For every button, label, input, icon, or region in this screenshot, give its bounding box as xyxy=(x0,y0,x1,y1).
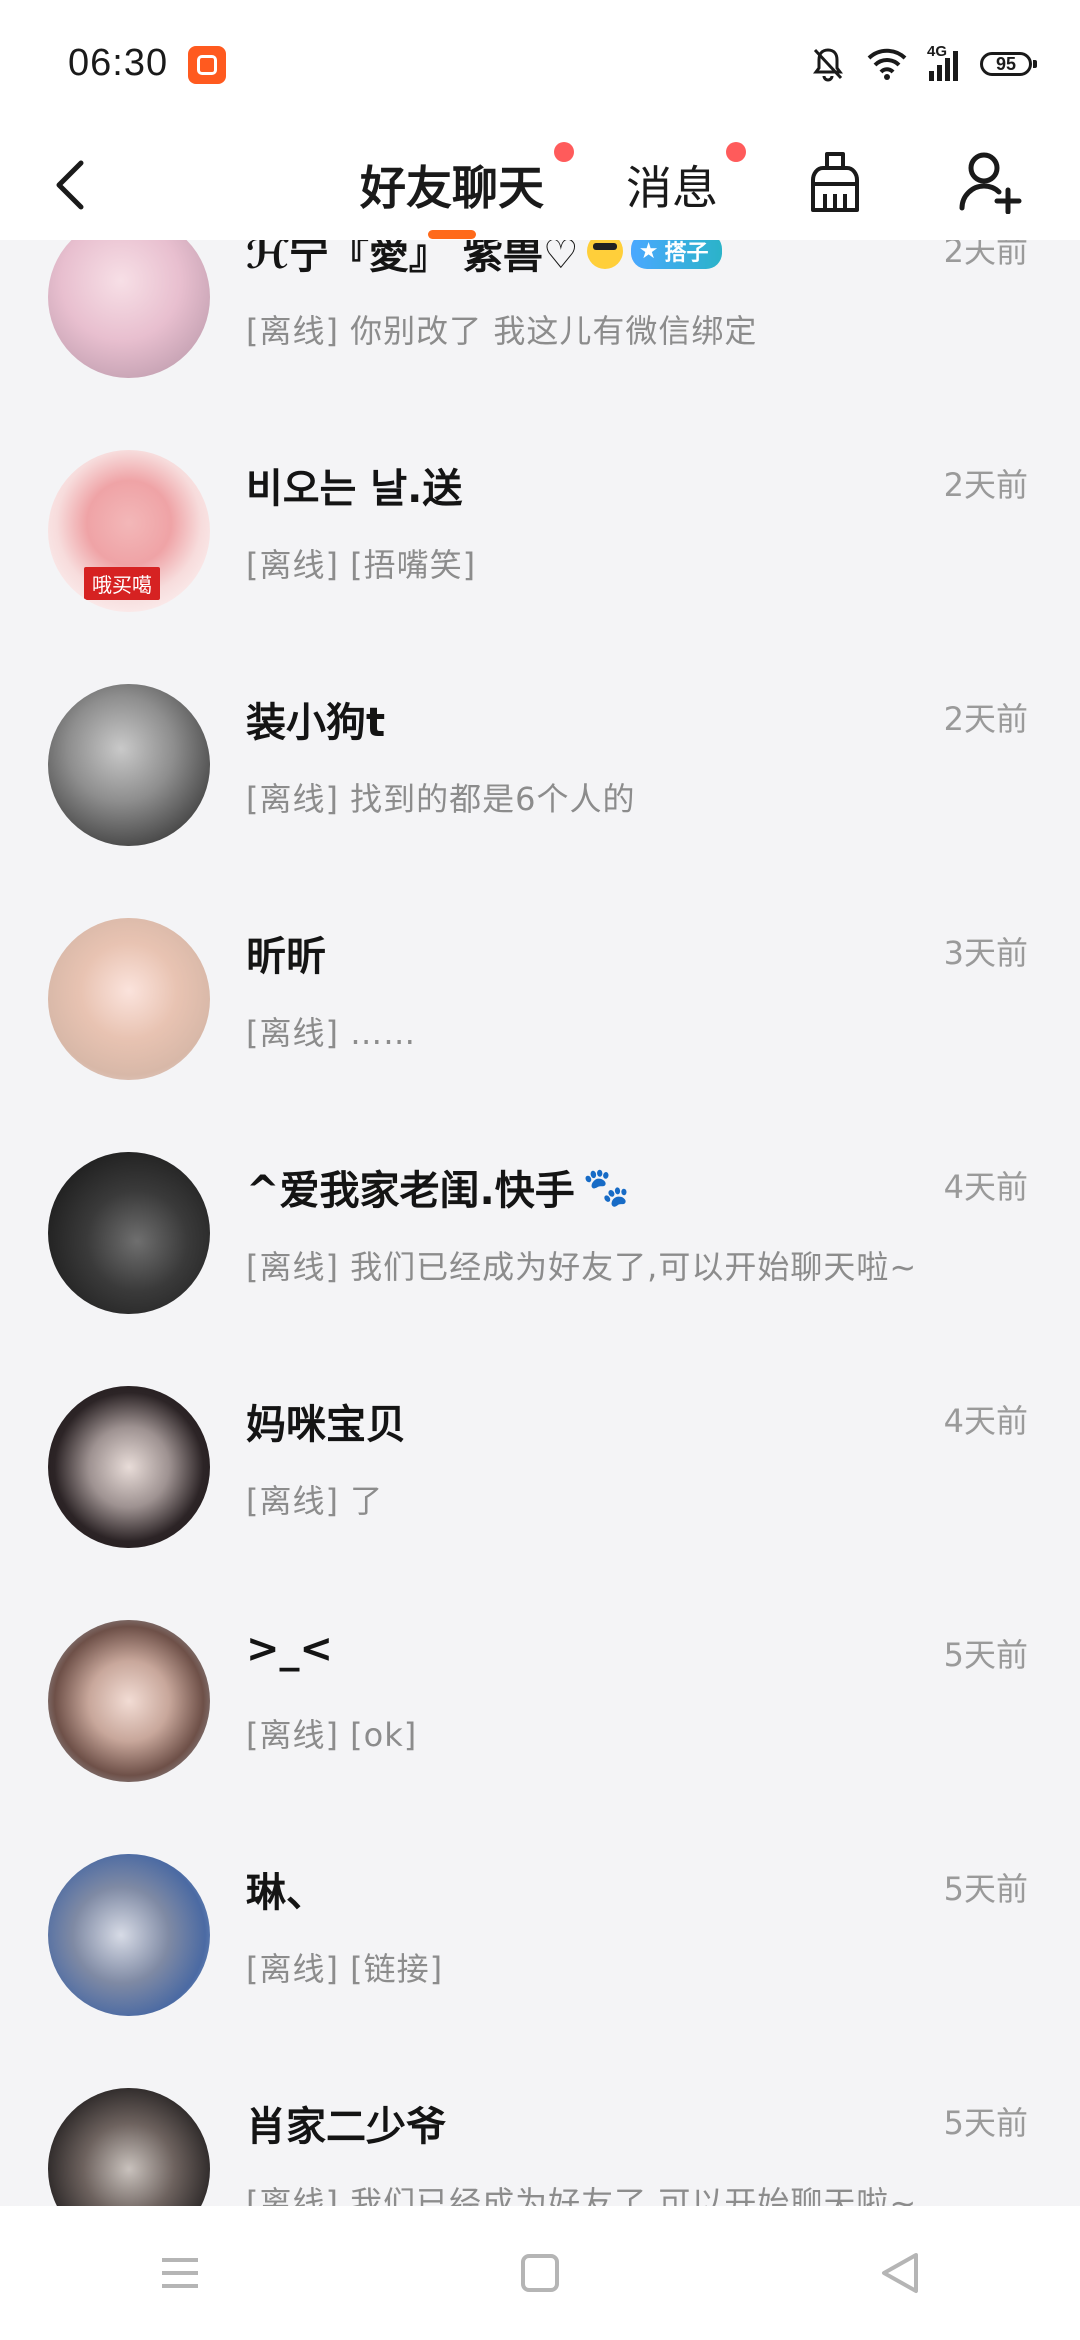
avatar[interactable] xyxy=(48,684,210,846)
contact-name: 昕昕 xyxy=(246,934,326,980)
tab-label: 好友聊天 xyxy=(360,161,544,215)
contact-name-text: ^爱我家老闺.快手 xyxy=(246,1168,575,1214)
avatar[interactable] xyxy=(48,1854,210,2016)
avatar[interactable] xyxy=(48,240,210,378)
contact-name: ^爱我家老闺.快手 🐾 xyxy=(246,1158,630,1216)
menu-icon xyxy=(162,2258,198,2288)
header-bar: 好友聊天 消息 xyxy=(0,130,1080,240)
sunglasses-emoji-icon xyxy=(586,240,623,269)
last-message-time: 5天前 xyxy=(943,1870,1028,1908)
conversation-list[interactable]: ℋ宁『愛』 紫兽♡ ★ 搭子 [离线] 你别改了 我这儿有微信绑定 2天前 哦买噶… xyxy=(0,240,1080,2206)
last-message-preview: [离线] 我们已经成为好友了,可以开始聊天啦~ xyxy=(246,1248,918,1286)
paw-print-icon: 🐾 xyxy=(582,1164,631,1209)
avatar[interactable] xyxy=(48,1152,210,1314)
avatar[interactable] xyxy=(48,1620,210,1782)
add-friend-button[interactable] xyxy=(950,142,1030,222)
status-time: 06:30 xyxy=(68,42,169,84)
network-type: 4G xyxy=(927,43,948,60)
active-tab-indicator xyxy=(428,230,476,239)
back-nav-button[interactable] xyxy=(840,2233,960,2313)
last-message-preview: [离线] [链接] xyxy=(246,1950,444,1988)
mute-bell-icon xyxy=(811,46,845,82)
last-message-time: 4天前 xyxy=(943,1402,1028,1440)
last-message-preview: [离线] …… xyxy=(246,1014,417,1052)
last-message-preview: [离线] 你别改了 我这儿有微信绑定 xyxy=(246,312,758,350)
last-message-time: 4天前 xyxy=(943,1168,1028,1206)
tag-label: 搭子 xyxy=(664,241,709,266)
contact-name: 妈咪宝贝 xyxy=(246,1402,406,1448)
avatar-caption: 哦买噶 xyxy=(84,567,160,600)
partner-tag-badge: ★ 搭子 xyxy=(630,240,723,269)
contact-name: 비오는 날.送 xyxy=(246,466,463,512)
conversation-item[interactable]: 哦买噶 비오는 날.送 [离线] [捂嘴笑] 2天前 xyxy=(0,400,1080,634)
last-message-preview: [离线] [捂嘴笑] xyxy=(246,546,477,584)
conversation-item[interactable]: 装小狗t [离线] 找到的都是6个人的 2天前 xyxy=(0,634,1080,868)
last-message-preview: [离线] 找到的都是6个人的 xyxy=(246,780,636,818)
contact-name: ℋ宁『愛』 紫兽♡ ★ 搭子 xyxy=(246,240,723,280)
square-icon xyxy=(521,2254,559,2292)
battery-level: 95 xyxy=(995,54,1017,74)
contact-name-text: ℋ宁『愛』 紫兽♡ xyxy=(246,240,579,278)
status-icons: 4G 95 xyxy=(811,43,1037,84)
conversation-item[interactable]: >_< [离线] [ok] 5天前 xyxy=(0,1570,1080,1804)
tab-friends-chat[interactable]: 好友聊天 xyxy=(360,130,574,240)
conversation-item[interactable]: 昕昕 [离线] …… 3天前 xyxy=(0,868,1080,1102)
tab-messages[interactable]: 消息 xyxy=(626,130,746,240)
last-message-time: 5天前 xyxy=(943,1636,1028,1674)
last-message-preview: [离线] 了 xyxy=(246,1482,384,1520)
last-message-time: 2天前 xyxy=(943,240,1028,270)
add-user-icon xyxy=(959,152,1022,214)
star-icon: ★ xyxy=(638,240,659,264)
tab-label: 消息 xyxy=(626,161,718,215)
triangle-back-icon xyxy=(882,2253,918,2293)
last-message-time: 3天前 xyxy=(943,934,1028,972)
contact-name: 装小狗t xyxy=(246,700,386,746)
last-message-preview: [离线] 我们已经成为好友了,可以开始聊天啦~ xyxy=(246,2184,918,2206)
system-navigation-bar xyxy=(0,2206,1080,2340)
clear-unread-button[interactable] xyxy=(800,142,870,222)
avatar[interactable]: 哦买噶 xyxy=(48,450,210,612)
avatar[interactable] xyxy=(48,1386,210,1548)
wifi-icon xyxy=(867,48,907,80)
last-message-time: 5天前 xyxy=(943,2104,1028,2142)
conversation-item[interactable]: 妈咪宝贝 [离线] 了 4天前 xyxy=(0,1336,1080,1570)
battery-icon: 95 xyxy=(980,52,1037,76)
broom-icon xyxy=(811,152,859,212)
last-message-preview: [离线] [ok] xyxy=(246,1716,418,1754)
conversation-item[interactable]: 琳、 [离线] [链接] 5天前 xyxy=(0,1804,1080,2038)
unread-dot xyxy=(554,142,574,162)
conversation-item[interactable]: ℋ宁『愛』 紫兽♡ ★ 搭子 [离线] 你别改了 我这儿有微信绑定 2天前 xyxy=(0,240,1080,400)
back-button[interactable] xyxy=(40,150,100,220)
avatar[interactable] xyxy=(48,918,210,1080)
chevron-left-icon xyxy=(56,160,84,210)
contact-name: >_< xyxy=(246,1626,334,1672)
home-button[interactable] xyxy=(480,2233,600,2313)
menu-button[interactable] xyxy=(120,2233,240,2313)
unread-dot xyxy=(726,142,746,162)
conversation-item[interactable]: ^爱我家老闺.快手 🐾 [离线] 我们已经成为好友了,可以开始聊天啦~ 4天前 xyxy=(0,1102,1080,1336)
last-message-time: 2天前 xyxy=(943,466,1028,504)
conversation-item[interactable]: 肖家二少爷 [离线] 我们已经成为好友了,可以开始聊天啦~ 5天前 xyxy=(0,2038,1080,2206)
last-message-time: 2天前 xyxy=(943,700,1028,738)
avatar[interactable] xyxy=(48,2088,210,2206)
status-bar: 06:30 4G 95 xyxy=(0,0,1080,130)
contact-name: 肖家二少爷 xyxy=(246,2104,446,2150)
signal-4g-icon: 4G xyxy=(927,43,958,81)
contact-name: 琳、 xyxy=(246,1870,326,1916)
kuaishou-app-icon xyxy=(188,46,226,84)
